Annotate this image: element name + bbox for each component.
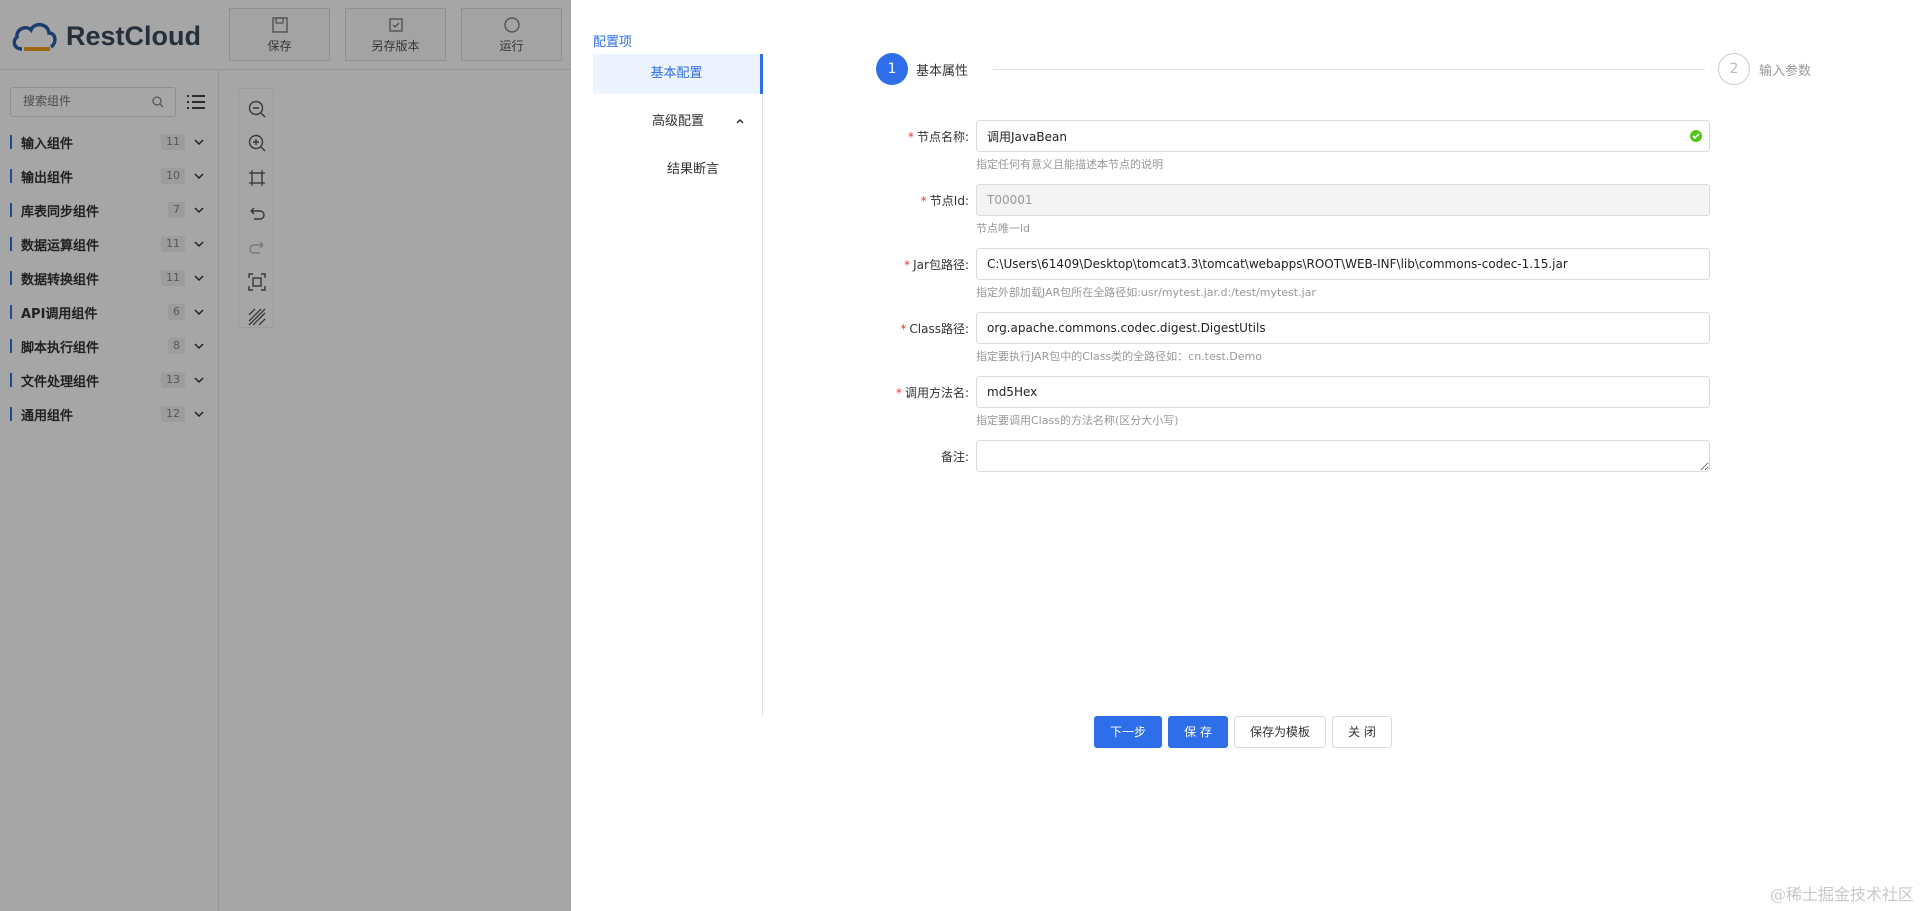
remark-label: 备注: [940, 450, 969, 464]
close-button[interactable]: 关 闭 [1332, 716, 1392, 748]
step-connector [993, 69, 1705, 70]
chevron-up-icon [736, 118, 744, 124]
save-button[interactable]: 保 存 [1168, 716, 1228, 748]
node-id-label-text: 节点Id: [929, 194, 969, 208]
jar-path-label: * Jar包路径: [893, 256, 969, 273]
class-path-hint: 指定要执行JAR包中的Class类的全路径如：cn.test.Demo [976, 350, 1262, 363]
jar-path-input[interactable] [976, 248, 1710, 280]
method-name-label: * 调用方法名: [893, 384, 969, 401]
node-name-input[interactable] [976, 120, 1710, 152]
nav-advanced-config[interactable]: 高级配置 [593, 102, 763, 142]
save-as-template-button[interactable]: 保存为模板 [1234, 716, 1326, 748]
step-2-label: 输入参数 [1759, 64, 1812, 79]
step-1-label: 基本属性 [916, 64, 969, 79]
node-id-input [976, 184, 1710, 216]
required-mark: * [907, 130, 914, 144]
class-path-label: * Class路径: [893, 320, 969, 337]
method-name-input[interactable] [976, 376, 1710, 408]
required-mark: * [895, 386, 902, 400]
valid-check-icon [1690, 130, 1702, 142]
config-nav: 基本配置 高级配置 结果断言 [593, 54, 763, 717]
required-mark: * [900, 322, 907, 336]
config-section-title: 配置项 [593, 35, 633, 50]
remark-textarea[interactable] [976, 440, 1710, 472]
steps: 1 基本属性 2 输入参数 [876, 53, 1826, 85]
class-path-input[interactable] [976, 312, 1710, 344]
nav-advanced-label: 高级配置 [651, 114, 704, 129]
jar-path-label-text: Jar包路径: [913, 258, 969, 272]
required-mark: * [920, 194, 927, 208]
next-step-button[interactable]: 下一步 [1094, 716, 1162, 748]
nav-result-assert[interactable]: 结果断言 [593, 150, 763, 190]
watermark: @稀土掘金技术社区 [1769, 885, 1914, 904]
step-2-number[interactable]: 2 [1718, 53, 1750, 85]
class-path-label-text: Class路径: [909, 322, 969, 336]
node-id-label: * 节点Id: [893, 192, 969, 209]
node-config-drawer: 配置项 基本配置 高级配置 结果断言 1 基本属性 2 输入参数 * 节点名称: … [571, 0, 1920, 911]
node-id-hint: 节点唯一id [976, 222, 1031, 235]
node-name-hint: 指定任何有意义且能描述本节点的说明 [976, 158, 1163, 171]
method-name-hint: 指定要调用Class的方法名称(区分大小写) [976, 414, 1179, 427]
nav-basic-config[interactable]: 基本配置 [593, 54, 763, 94]
node-name-label-text: 节点名称: [916, 130, 969, 144]
jar-path-hint: 指定外部加载JAR包所在全路径如:usr/mytest.jar.d:/test/… [976, 286, 1316, 299]
required-mark: * [904, 258, 911, 272]
node-name-label: * 节点名称: [893, 128, 969, 145]
step-1-number[interactable]: 1 [876, 53, 908, 85]
method-name-label-text: 调用方法名: [904, 386, 969, 400]
modal-overlay[interactable] [0, 0, 571, 911]
